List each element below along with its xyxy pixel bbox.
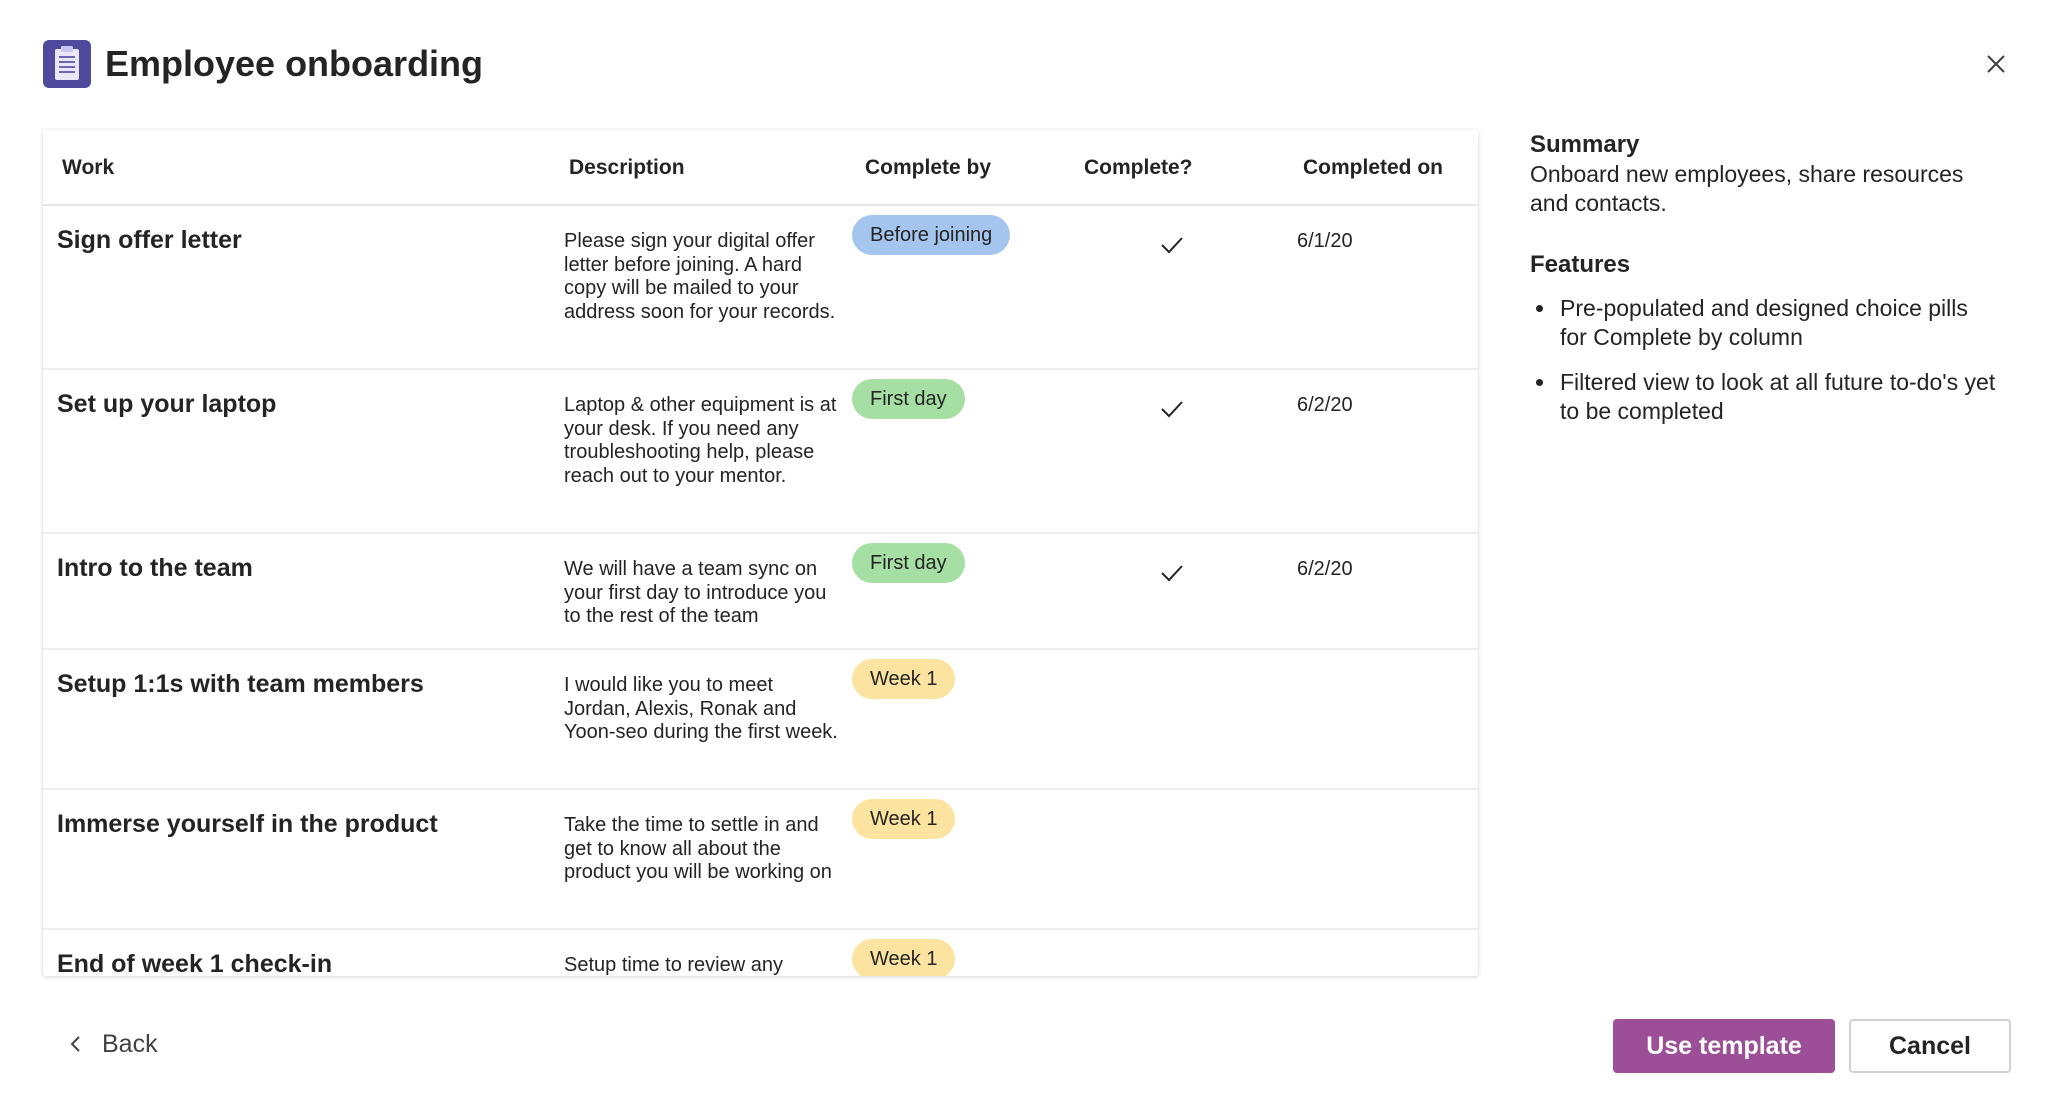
column-header-complete-by: Complete by — [865, 156, 992, 179]
summary-panel: Summary Onboard new employees, share res… — [1530, 130, 2000, 442]
description-cell: Setup time to review any — [564, 954, 783, 976]
cancel-button[interactable]: Cancel — [1849, 1019, 2011, 1073]
feature-text: Pre-populated and designed choice pills … — [1560, 295, 1968, 350]
table-row: Set up your laptop Laptop & other equipm… — [43, 370, 1478, 534]
complete-by-pill: Before joining — [852, 215, 1011, 255]
chevron-left-icon — [70, 1036, 80, 1052]
checkmark-icon — [1159, 398, 1185, 420]
bullet-icon — [1536, 379, 1543, 386]
work-cell: Setup 1:1s with team members — [57, 670, 424, 698]
column-header-work: Work — [62, 156, 115, 179]
template-dialog: Employee onboarding Work Description Com… — [0, 0, 2048, 1118]
features-heading: Features — [1530, 251, 1631, 278]
work-cell: Sign offer letter — [57, 226, 242, 254]
table-row: Setup 1:1s with team members I would lik… — [43, 650, 1478, 790]
feature-text: Filtered view to look at all future to-d… — [1560, 369, 1996, 424]
description-cell: Please sign your digital offer letter be… — [564, 230, 836, 323]
back-button[interactable]: Back — [62, 1028, 158, 1060]
table-row: Sign offer letter Please sign your digit… — [43, 206, 1478, 370]
complete-by-pill: Week 1 — [852, 939, 956, 976]
column-header-complete: Complete? — [1084, 156, 1193, 179]
use-template-button[interactable]: Use template — [1613, 1019, 1835, 1073]
clipboard-icon — [43, 40, 91, 88]
dialog-title: Employee onboarding — [105, 43, 484, 84]
completed-on-cell: 6/2/20 — [1297, 394, 1353, 416]
table-row: Immerse yourself in the product Take the… — [43, 790, 1478, 930]
completed-on-cell: 6/2/20 — [1297, 558, 1353, 580]
description-cell: We will have a team sync on your first d… — [564, 558, 827, 627]
description-cell: I would like you to meet Jordan, Alexis,… — [564, 674, 838, 743]
checkmark-icon — [1159, 234, 1185, 256]
column-header-description: Description — [569, 156, 685, 179]
description-cell: Laptop & other equipment is at your desk… — [564, 394, 837, 487]
work-cell: Intro to the team — [57, 554, 253, 582]
back-label: Back — [102, 1029, 158, 1058]
summary-text: Onboard new employees, share resources a… — [1530, 161, 1964, 216]
features-list: Pre-populated and designed choice pills … — [1530, 294, 2000, 426]
complete-by-pill: Week 1 — [852, 799, 956, 839]
work-cell: Set up your laptop — [57, 390, 277, 418]
complete-by-pill: First day — [852, 379, 965, 419]
column-header-completed-on: Completed on — [1303, 156, 1443, 179]
close-icon[interactable] — [1976, 44, 2016, 84]
table-header: Work Description Complete by Complete? C… — [43, 130, 1478, 206]
complete-by-pill: Week 1 — [852, 659, 956, 699]
checkmark-icon — [1159, 562, 1185, 584]
feature-item: Filtered view to look at all future to-d… — [1530, 368, 2000, 426]
work-cell: End of week 1 check-in — [57, 950, 333, 976]
table-row: End of week 1 check-in Setup time to rev… — [43, 930, 1478, 976]
description-cell: Take the time to settle in and get to kn… — [564, 814, 832, 883]
template-preview-table[interactable]: Work Description Complete by Complete? C… — [43, 130, 1478, 976]
completed-on-cell: 6/1/20 — [1297, 230, 1353, 252]
feature-item: Pre-populated and designed choice pills … — [1530, 294, 2000, 352]
bullet-icon — [1536, 305, 1543, 312]
summary-heading: Summary — [1530, 131, 1640, 158]
complete-by-pill: First day — [852, 543, 965, 583]
work-cell: Immerse yourself in the product — [57, 810, 438, 838]
table-row: Intro to the team We will have a team sy… — [43, 534, 1478, 650]
